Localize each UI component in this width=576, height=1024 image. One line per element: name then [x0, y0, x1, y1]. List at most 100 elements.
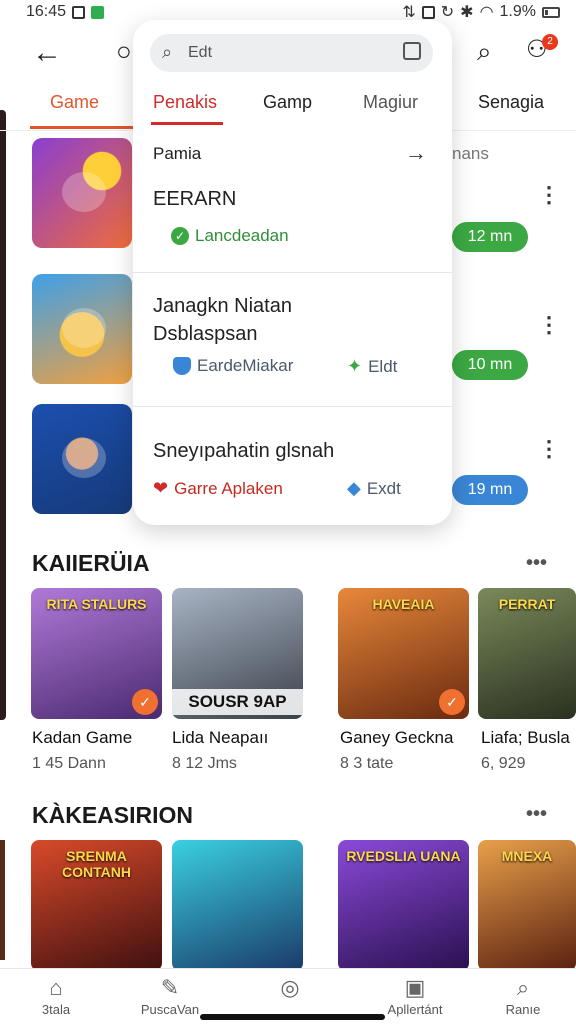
search-icon-right[interactable]: ⌕: [477, 38, 492, 64]
game-card[interactable]: SOUSR 9AP: [172, 588, 303, 719]
nav-label: 3tala: [41, 1002, 71, 1017]
search-placeholder: Edt: [188, 44, 213, 61]
popup-tab-magiur[interactable]: Magiur: [363, 92, 418, 113]
search-icon: ⌕: [162, 42, 173, 62]
popup-tab-underline: [151, 122, 223, 125]
status-time: 16:45: [26, 3, 67, 20]
card-art-title: SRENMA CONTANH: [62, 848, 131, 880]
circle-logo-icon: ◎: [280, 975, 300, 1000]
nav-item-center[interactable]: ◎: [240, 975, 340, 1001]
calendar-icon: ▣: [404, 975, 426, 1000]
shopping-bag-icon[interactable]: [403, 42, 421, 60]
signal-icon: ⇅: [402, 4, 416, 21]
nav-label: Ranıe: [505, 1002, 541, 1017]
popup-item-edit[interactable]: ✦ Eldt: [347, 356, 397, 377]
shield-icon: [173, 357, 191, 375]
game-thumbnail[interactable]: [32, 138, 132, 248]
active-tab-underline: [30, 126, 134, 129]
more-options-icon[interactable]: ⋮: [538, 314, 560, 336]
meta-text: EardeMiakar: [197, 356, 294, 375]
more-horizontal-icon[interactable]: •••: [526, 803, 547, 826]
popup-item-meta: ✓ Lancdeadan: [171, 226, 289, 246]
meta-text: Garre Aplaken: [174, 478, 283, 498]
game-card[interactable]: PERRAT: [478, 588, 576, 719]
game-card[interactable]: [172, 840, 303, 971]
notification-badge: 2: [542, 34, 558, 50]
nav-item-purchases[interactable]: ✎ PuscaVan: [120, 975, 220, 1019]
popup-item-title[interactable]: EERARN: [153, 188, 236, 211]
tab-senagia[interactable]: Senagia: [478, 92, 544, 113]
card-art-title: MNEXA: [501, 848, 553, 864]
duration-badge[interactable]: 10 mn: [452, 350, 528, 380]
app-notification-icon: [91, 5, 105, 19]
nav-item-apps[interactable]: ▣ Apllertánt: [365, 975, 465, 1019]
card-name[interactable]: Lida Neapaıı: [172, 728, 268, 748]
popup-item-title[interactable]: Janagkn Niatan Dsblaspsan: [153, 292, 292, 348]
search-icon[interactable]: ○: [116, 38, 132, 64]
heart-icon: ❤: [153, 478, 169, 498]
popup-item-title[interactable]: Sneyıpahatin glsnah: [153, 440, 334, 463]
card-art-title: HAVEAIA: [372, 596, 435, 612]
popup-item-edit[interactable]: ◆ Exdt: [347, 478, 401, 499]
more-options-icon[interactable]: ⋮: [538, 438, 560, 460]
meta-text: Lancdeadan: [195, 226, 289, 245]
badge-icon: ✓: [132, 689, 158, 715]
card-name[interactable]: Kadan Game: [32, 728, 132, 748]
check-icon: ✓: [171, 227, 189, 245]
game-card[interactable]: HAVEAIA ✓: [338, 588, 469, 719]
arrow-right-icon[interactable]: →: [405, 140, 427, 166]
nav-label: Apllertánt: [387, 1002, 443, 1017]
character-art: [62, 308, 106, 348]
wifi-icon: ◠: [479, 4, 494, 21]
popup-tab-penakis[interactable]: Penakis: [153, 92, 217, 113]
section-title: KÀKEASIRION: [32, 802, 194, 828]
divider: [133, 406, 452, 407]
card-info: 8 12 Jms: [172, 755, 237, 772]
search-popup: ⌕ Edt Penakis Gamp Magiur Pamia → EERARN…: [133, 20, 452, 525]
puzzle-icon: ✦: [347, 356, 363, 376]
divider: [133, 272, 452, 273]
character-art: [62, 438, 106, 478]
home-indicator[interactable]: [200, 1014, 385, 1020]
search-input[interactable]: ⌕ Edt: [150, 34, 433, 72]
duration-badge[interactable]: 12 mn: [452, 222, 528, 252]
game-card[interactable]: RVEDSLIA UANA: [338, 840, 469, 971]
badge-icon: ✓: [439, 689, 465, 715]
nav-item-search[interactable]: ⌕ Ranıe: [473, 975, 573, 1019]
card-info: 1 45 Dann: [32, 755, 106, 772]
home-icon: ⌂: [49, 975, 63, 1000]
game-thumbnail[interactable]: [32, 274, 132, 384]
back-arrow-icon[interactable]: ←: [32, 38, 62, 68]
section-title: KAIIERÜIA: [32, 550, 150, 576]
meta-text: Eldt: [368, 356, 398, 376]
card-info: 8 3 tate: [340, 755, 394, 772]
game-card[interactable]: MNEXA: [478, 840, 576, 971]
left-edge-decoration: [0, 110, 6, 720]
popup-item-meta: ❤ Garre Aplaken: [153, 478, 283, 499]
card-art-title: PERRAT: [498, 596, 556, 612]
title-line: Janagkn Niatan: [153, 295, 292, 317]
popup-row-label[interactable]: Pamia: [153, 144, 201, 164]
character-art: [62, 172, 106, 212]
card-art-title: RVEDSLIA UANA: [346, 848, 461, 864]
card-banner: SOUSR 9AP: [172, 689, 303, 715]
list-header-peek: nans: [452, 144, 489, 163]
battery-icon: [542, 6, 560, 18]
nfc-icon: [421, 5, 435, 19]
battery-percent: 1.9%: [499, 3, 536, 20]
game-thumbnail[interactable]: [32, 404, 132, 514]
game-card[interactable]: SRENMA CONTANH: [31, 840, 162, 971]
popup-tab-gamp[interactable]: Gamp: [263, 92, 312, 113]
card-name[interactable]: Liafa; Busla: [481, 728, 570, 748]
nav-label: PuscaVan: [140, 1002, 200, 1017]
gem-icon: ◆: [347, 478, 361, 498]
more-options-icon[interactable]: ⋮: [538, 184, 560, 206]
more-horizontal-icon[interactable]: •••: [526, 552, 547, 575]
tab-game[interactable]: Game: [50, 92, 99, 113]
game-card[interactable]: RITA STALURS ✓: [31, 588, 162, 719]
edit-icon: ✎: [160, 975, 180, 1000]
card-info: 6, 929: [481, 755, 526, 772]
card-name[interactable]: Ganey Geckna: [340, 728, 453, 748]
duration-badge[interactable]: 19 mn: [452, 475, 528, 505]
nav-item-home[interactable]: ⌂ 3tala: [6, 975, 106, 1019]
